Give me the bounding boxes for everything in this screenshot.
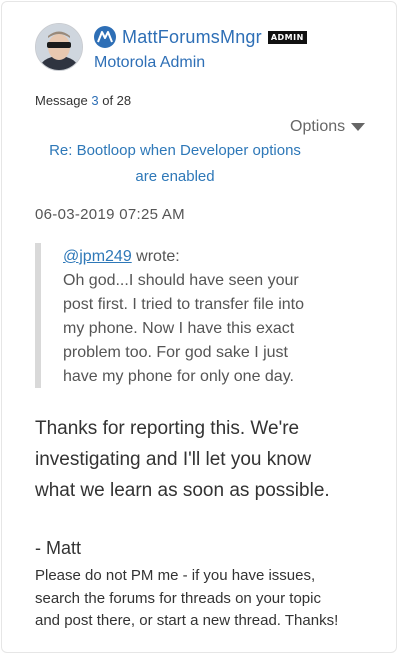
quoted-user-link[interactable]: @jpm249 [63, 248, 132, 265]
author-name-link[interactable]: MattForumsMngr [122, 27, 262, 48]
message-count: Message 3 of 28 [35, 93, 131, 108]
message-number: 3 [91, 93, 99, 108]
admin-badge: ADMIN [267, 30, 307, 44]
reply-line: Thanks for reporting this. We're [35, 418, 300, 439]
reply-line: what we learn as soon as possible. [35, 480, 330, 501]
quote-line: my phone. Now I have this exact [63, 320, 295, 337]
subject-line: are enabled [135, 168, 215, 185]
quote-line: have my phone for only one day. [63, 368, 294, 385]
post-date: 06-03-2019 07:25 AM [35, 206, 185, 223]
motorola-logo-icon [94, 26, 116, 48]
options-menu-button[interactable]: Options [290, 118, 366, 136]
signature-line: Please do not PM me - if you have issues… [35, 567, 316, 584]
signature-line: search the forums for threads on your to… [35, 589, 321, 607]
quote-body: Oh god...I should have seen your post fi… [63, 269, 353, 389]
avatar-image [36, 24, 82, 70]
message-count-prefix: Message [35, 93, 92, 108]
reply-line: investigating and I'll let you know [35, 449, 312, 470]
caret-down-icon [351, 123, 366, 131]
quote-line: post first. I tried to transfer file int… [63, 296, 304, 313]
post-subject-link[interactable]: Re: Bootloop when Developer options are … [22, 138, 328, 190]
subject-line: Re: Bootloop when Developer options [49, 142, 301, 159]
user-avatar-icon[interactable] [35, 23, 83, 71]
quote-block: @jpm249 wrote: Oh god...I should have se… [35, 243, 353, 388]
author-role: Motorola Admin [94, 54, 206, 71]
author-row: MattForumsMngr ADMIN [94, 26, 307, 48]
forum-post-card: MattForumsMngr ADMIN Motorola Admin Mess… [1, 1, 397, 653]
message-count-suffix: of 28 [98, 93, 132, 108]
quote-header: @jpm249 wrote: [63, 245, 353, 269]
quote-line: Oh god...I should have seen your [63, 272, 299, 289]
options-label: Options [290, 118, 346, 135]
quote-line: problem too. For god sake I just [63, 344, 288, 361]
signature-line: and post there, or start a new thread. T… [35, 612, 339, 629]
signature-note: Please do not PM me - if you have issues… [35, 565, 375, 633]
signature-name: - Matt [35, 538, 82, 558]
quote-wrote-label: wrote: [131, 248, 180, 265]
reply-body: Thanks for reporting this. We're investi… [35, 413, 365, 506]
